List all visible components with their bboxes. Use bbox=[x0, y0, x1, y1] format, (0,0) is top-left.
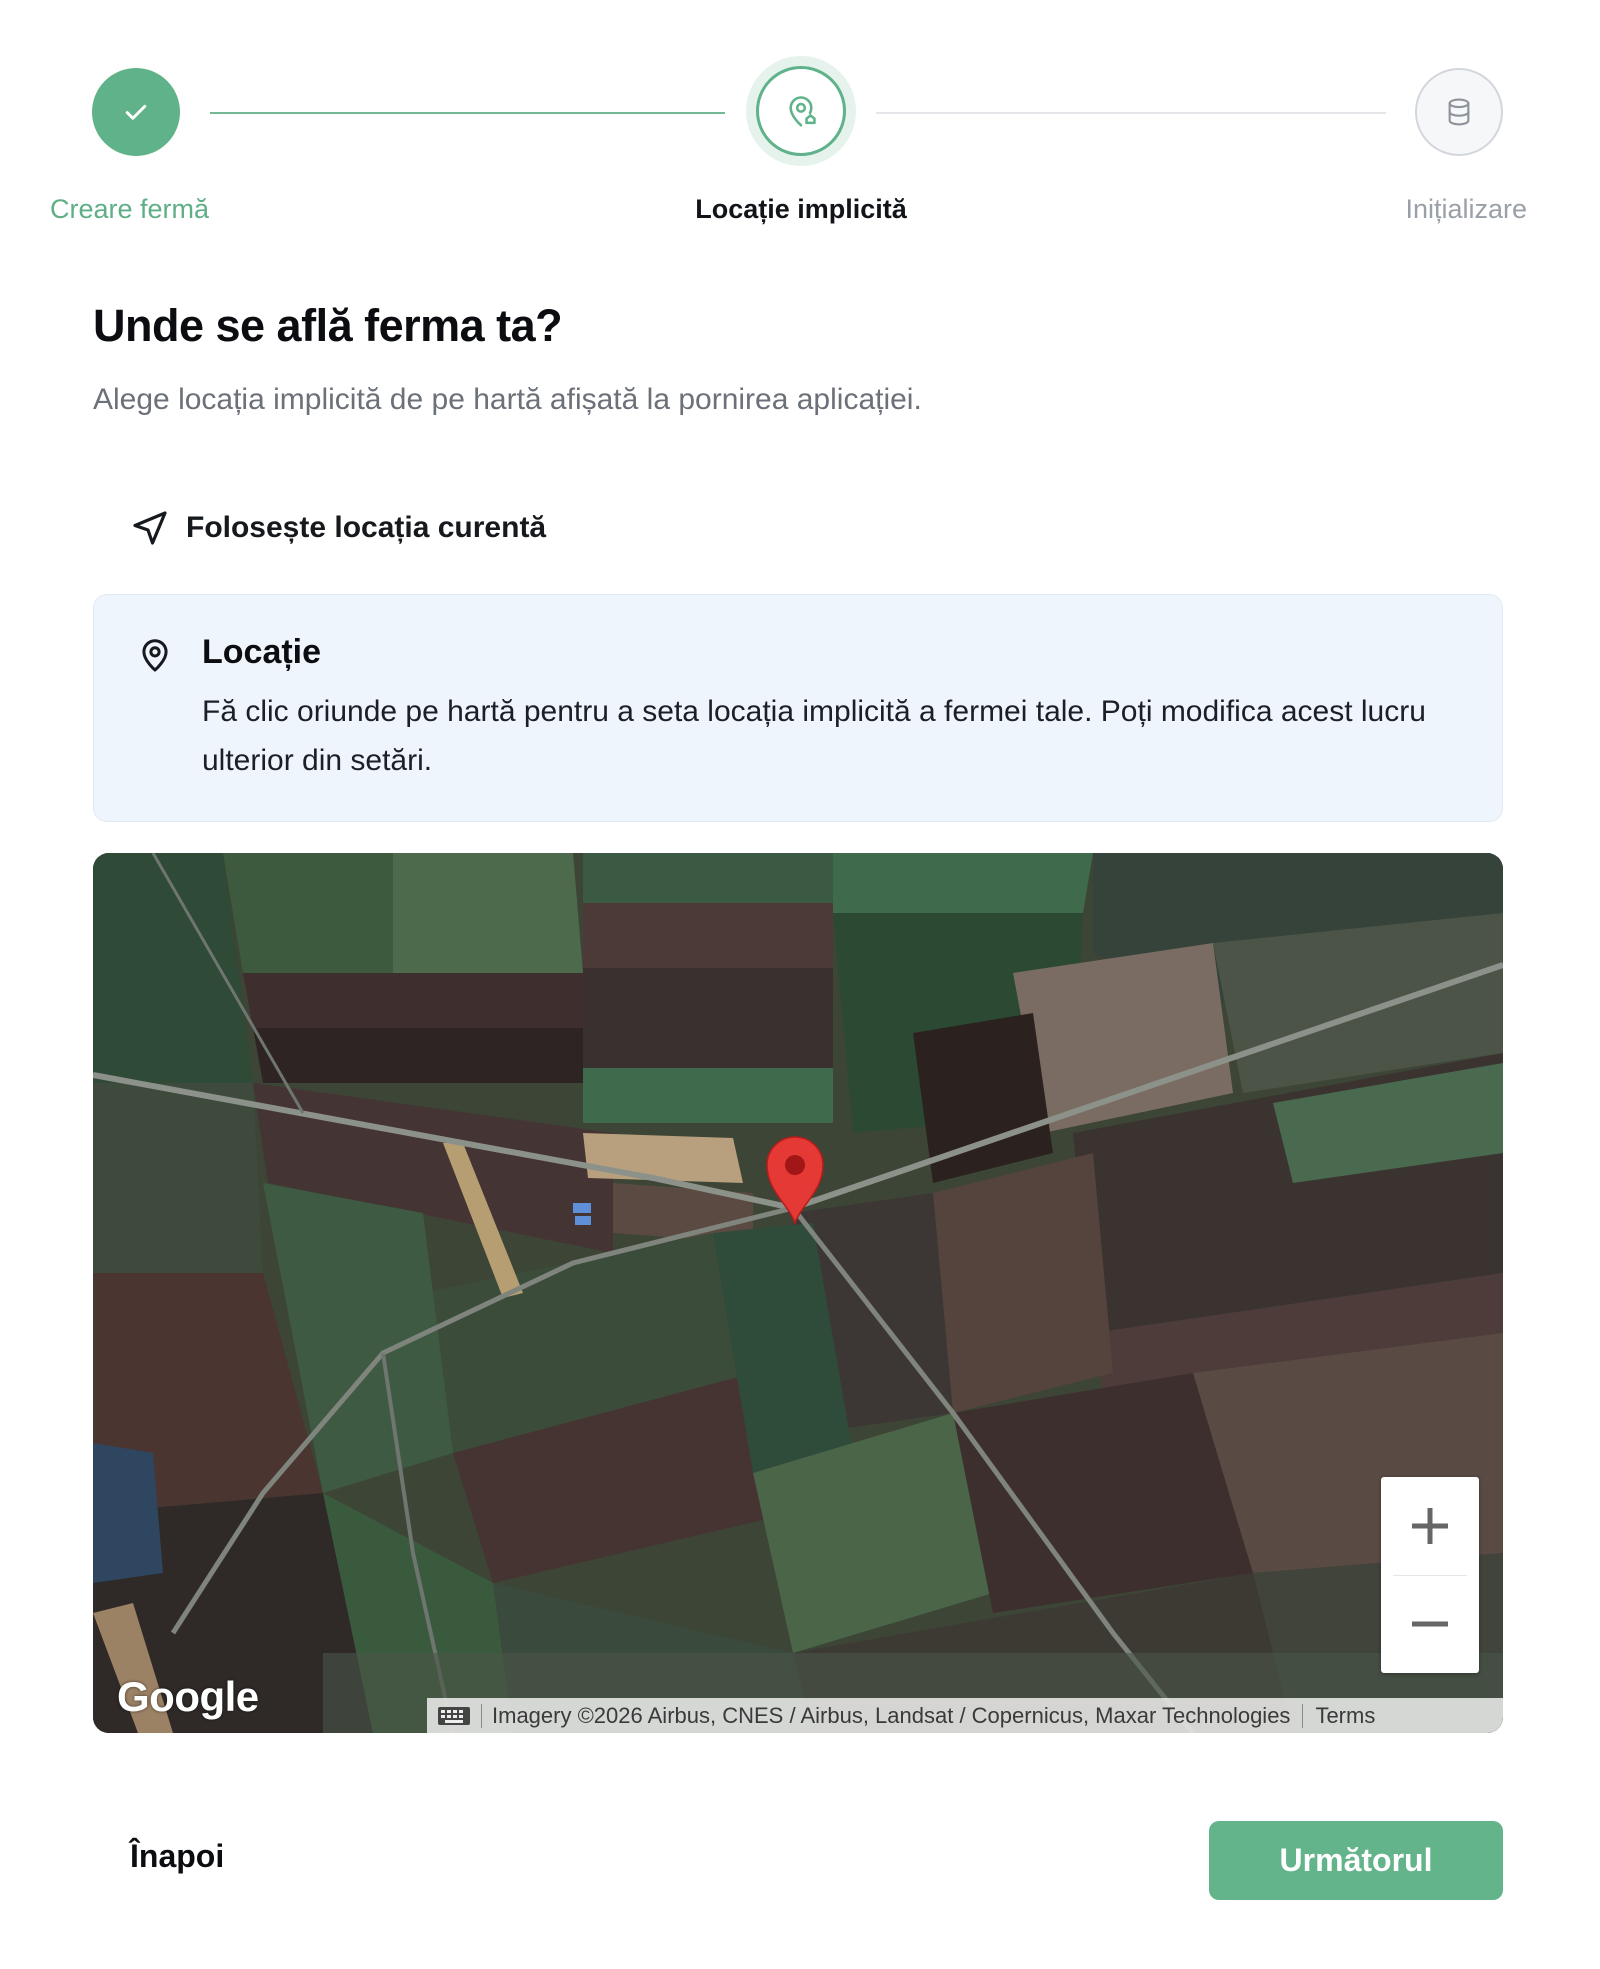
map-pin-home-icon bbox=[789, 96, 816, 127]
stepper-connector-pending bbox=[876, 112, 1386, 114]
back-button[interactable]: Înapoi bbox=[130, 1838, 224, 1875]
zoom-out-button[interactable] bbox=[1381, 1575, 1479, 1673]
page-title: Unde se află ferma ta? bbox=[93, 300, 563, 351]
keyboard-shortcuts-icon[interactable] bbox=[437, 1705, 471, 1727]
database-icon bbox=[1448, 98, 1470, 126]
check-icon bbox=[125, 104, 147, 120]
zoom-in-button[interactable] bbox=[1381, 1477, 1479, 1575]
step-1-circle bbox=[92, 68, 180, 156]
map-view[interactable]: Google Imagery ©2026 Airbus, CNES / Airb… bbox=[93, 853, 1503, 1733]
use-current-location-button[interactable]: Folosește locația curentă bbox=[130, 498, 546, 558]
zoom-divider bbox=[1393, 1575, 1467, 1576]
map-zoom-controls bbox=[1381, 1477, 1479, 1673]
page-subtitle: Alege locația implicită de pe hartă afiș… bbox=[93, 383, 922, 416]
info-box-text: Fă clic oriunde pe hartă pentru a seta l… bbox=[202, 695, 1426, 777]
attribution-divider bbox=[1302, 1703, 1304, 1728]
map-pin-icon bbox=[142, 639, 168, 672]
info-box-title: Locație bbox=[202, 633, 322, 671]
step-2-circle bbox=[756, 66, 846, 156]
next-button[interactable]: Următorul bbox=[1209, 1821, 1503, 1900]
navigation-arrow-icon bbox=[133, 511, 167, 545]
satellite-imagery bbox=[93, 853, 1503, 1733]
terms-link[interactable]: Terms bbox=[1315, 1703, 1375, 1729]
use-current-location-label: Folosește locația curentă bbox=[186, 511, 547, 544]
step-1-label: Creare fermă bbox=[50, 194, 210, 224]
onboarding-page: Creare fermă Locație implicită Inițializ… bbox=[0, 0, 1600, 1969]
map-attribution-bar: Imagery ©2026 Airbus, CNES / Airbus, Lan… bbox=[427, 1698, 1503, 1733]
plus-icon bbox=[1412, 1508, 1448, 1544]
step-3-circle bbox=[1415, 68, 1503, 156]
minus-icon bbox=[1412, 1621, 1448, 1627]
step-2-label: Locație implicită bbox=[695, 194, 907, 224]
stepper-connector-completed bbox=[210, 112, 725, 114]
google-logo: Google bbox=[117, 1673, 259, 1720]
location-marker-icon bbox=[766, 1136, 824, 1225]
location-info-box: Locație Fă clic oriunde pe hartă pentru … bbox=[93, 594, 1503, 822]
imagery-attribution: Imagery ©2026 Airbus, CNES / Airbus, Lan… bbox=[492, 1702, 1291, 1728]
attribution-divider bbox=[481, 1703, 482, 1728]
step-3-label: Inițializare bbox=[1405, 194, 1527, 224]
